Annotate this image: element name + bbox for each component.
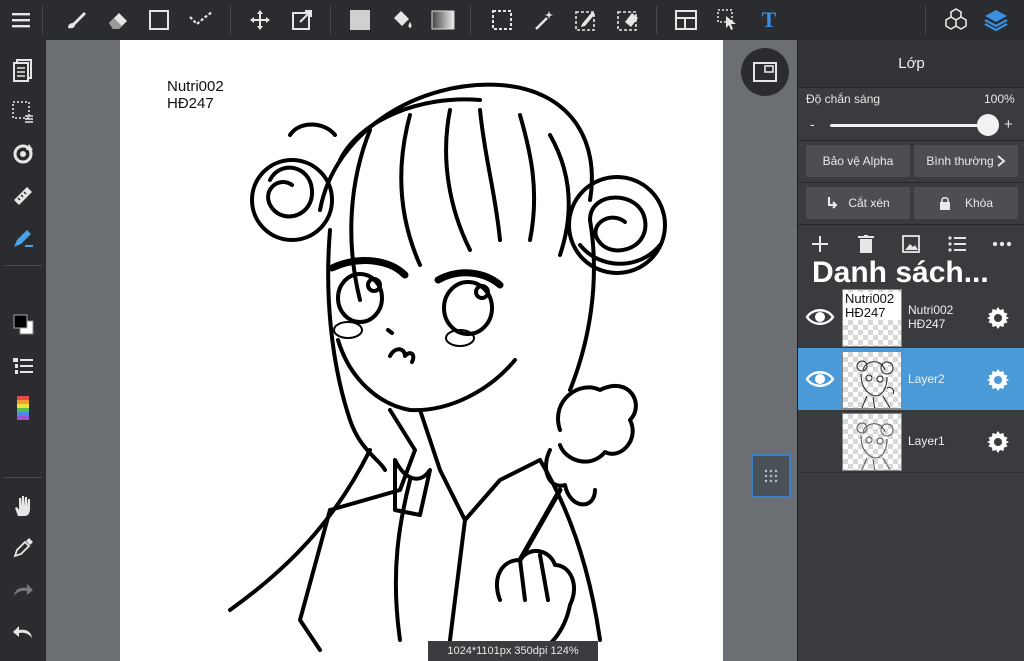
chevron-right-icon: [997, 155, 1006, 167]
rotate-icon[interactable]: [7, 138, 39, 170]
lineart-drawing: [228, 82, 667, 657]
drawing-canvas[interactable]: Nutri002 HĐ247: [120, 40, 723, 661]
text-icon[interactable]: T: [753, 4, 785, 36]
layer-row-layer1[interactable]: Layer1: [798, 410, 1024, 472]
alpha-protect-button[interactable]: Bảo vệ Alpha: [806, 145, 910, 177]
navigator-button[interactable]: [741, 48, 789, 96]
clipping-label: Cắt xén: [848, 196, 890, 210]
pen-icon[interactable]: [7, 222, 39, 254]
layer-list-title: Danh sách...: [812, 256, 989, 289]
bucket-icon[interactable]: [386, 4, 418, 36]
layer-image-icon[interactable]: [897, 230, 925, 258]
layer-name: Layer2: [908, 372, 945, 386]
visibility-eye-icon[interactable]: [804, 302, 836, 332]
fill-color-icon[interactable]: [344, 4, 376, 36]
canvas-workspace[interactable]: Nutri002 HĐ247 1024*1101px 350dpi 124%: [46, 40, 797, 661]
magic-wand-icon[interactable]: [528, 4, 560, 36]
clip-arrow-icon: [828, 197, 838, 209]
thumbnail-text-line1: Nutri002: [845, 291, 895, 306]
layers-icon[interactable]: [980, 4, 1012, 36]
redo-icon[interactable]: [7, 574, 39, 606]
undo-icon[interactable]: [7, 616, 39, 648]
blend-mode-label: Bình thường: [926, 154, 994, 168]
layer-settings-gear-icon[interactable]: [984, 428, 1012, 456]
brush-icon[interactable]: [60, 4, 92, 36]
top-toolbar: T: [0, 0, 1024, 40]
panel-grip-handle[interactable]: [751, 454, 791, 498]
select-pen-icon[interactable]: [570, 4, 602, 36]
layer-thumbnail: [842, 413, 902, 471]
layer-row-layer2[interactable]: Layer2: [798, 348, 1024, 410]
thumbnail-text-line2: HĐ247: [845, 305, 886, 320]
opacity-label: Độ chắn sáng: [806, 92, 881, 106]
layer-row-nutri002[interactable]: Nutri002 HĐ247 Nutri002 HĐ247: [798, 286, 1024, 348]
layer-panel: Lớp Độ chắn sáng 100% - + Bảo vệ Alpha B…: [797, 40, 1024, 661]
eyedropper-icon[interactable]: [7, 532, 39, 564]
layer-thumbnail: Nutri002 HĐ247: [842, 289, 902, 347]
panel-title: Lớp: [798, 40, 1024, 88]
eraser-icon[interactable]: [102, 4, 134, 36]
color-swatch-icon[interactable]: [7, 308, 39, 340]
layer-list-icon[interactable]: [943, 230, 971, 258]
more-options-icon[interactable]: [988, 230, 1016, 258]
opacity-slider-handle[interactable]: [977, 114, 999, 136]
layer-name: Layer1: [908, 434, 945, 448]
opacity-decrease-button[interactable]: -: [810, 116, 815, 132]
gradient-icon[interactable]: [427, 4, 459, 36]
page-icon[interactable]: [7, 54, 39, 86]
blend-mode-button[interactable]: Bình thường: [914, 145, 1018, 177]
delete-layer-icon[interactable]: [852, 230, 880, 258]
left-toolbar: [0, 40, 46, 661]
layer-settings-gear-icon[interactable]: [984, 366, 1012, 394]
layout-icon[interactable]: [670, 4, 702, 36]
hand-icon[interactable]: [7, 490, 39, 522]
opacity-value: 100%: [984, 92, 1015, 106]
opacity-increase-button[interactable]: +: [1004, 116, 1013, 133]
lock-button[interactable]: Khóa: [914, 187, 1018, 219]
palette-icon[interactable]: [7, 392, 39, 424]
move-icon[interactable]: [244, 4, 276, 36]
selection-icon[interactable]: [7, 96, 39, 128]
brush-list-icon[interactable]: [7, 350, 39, 382]
operation-icon[interactable]: [712, 4, 744, 36]
add-layer-icon[interactable]: [806, 230, 834, 258]
visibility-toggle-hidden[interactable]: [804, 426, 836, 456]
layer-thumbnail: [842, 351, 902, 409]
transform-icon[interactable]: [286, 4, 318, 36]
visibility-eye-icon[interactable]: [804, 364, 836, 394]
alpha-protect-label: Bảo vệ Alpha: [822, 154, 894, 168]
select-rect-icon[interactable]: [486, 4, 518, 36]
layer-name-line1: Nutri002: [908, 303, 954, 317]
lock-icon: [939, 196, 950, 210]
select-eraser-icon[interactable]: [612, 4, 644, 36]
ruler-icon[interactable]: [7, 180, 39, 212]
menu-icon[interactable]: [5, 4, 37, 36]
opacity-slider[interactable]: [830, 124, 988, 127]
layer-settings-gear-icon[interactable]: [984, 304, 1012, 332]
layer-name: Nutri002 HĐ247: [908, 303, 953, 331]
line-icon[interactable]: [185, 4, 217, 36]
text-tool-glyph: T: [761, 7, 777, 32]
clipping-button[interactable]: Cắt xén: [806, 187, 910, 219]
layer-name-line2: HĐ247: [908, 317, 946, 331]
material-icon[interactable]: [940, 4, 972, 36]
app-window: T Nutri002 HĐ247 1024*1101px 350dpi 124%…: [0, 0, 1024, 661]
canvas-status-bar: 1024*1101px 350dpi 124%: [428, 641, 598, 661]
rectangle-icon[interactable]: [143, 4, 175, 36]
lock-label: Khóa: [964, 196, 994, 210]
